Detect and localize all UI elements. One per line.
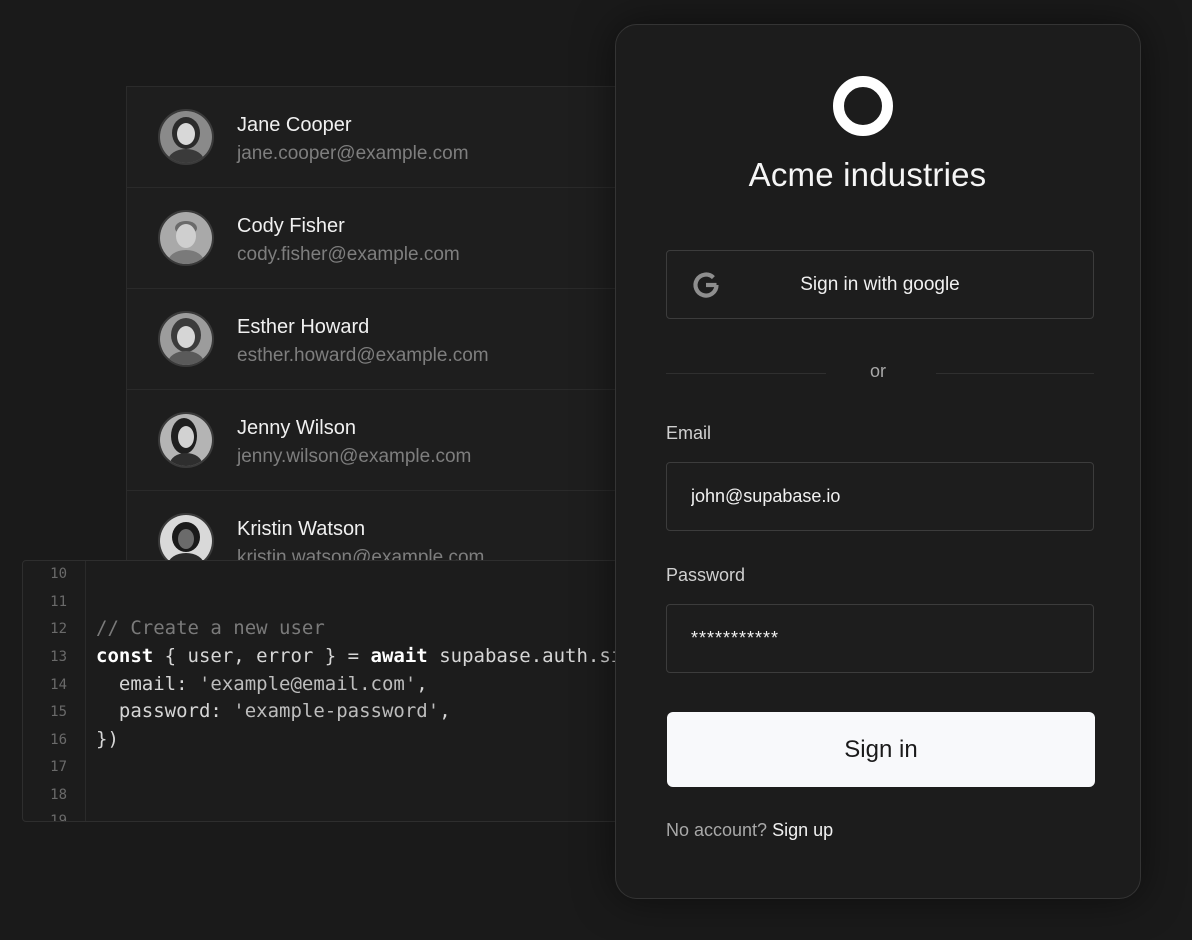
google-signin-button[interactable]: Sign in with google — [666, 250, 1094, 319]
line-number: 16 — [50, 732, 67, 748]
code-line-email: email: 'example@email.com', — [96, 673, 428, 695]
code-comment: // Create a new user — [96, 617, 325, 639]
list-item[interactable]: Jane Cooper jane.cooper@example.com — [127, 87, 647, 188]
line-number: 11 — [50, 594, 67, 610]
user-name: Jenny Wilson — [237, 417, 356, 439]
code-line-signup: const { user, error } = await supabase.a… — [96, 645, 643, 667]
avatar — [158, 210, 214, 266]
list-item[interactable]: Jenny Wilson jenny.wilson@example.com — [127, 390, 647, 491]
code-keyword: await — [370, 645, 428, 667]
avatar — [158, 311, 214, 367]
user-name: Esther Howard — [237, 316, 370, 338]
auth-card: Acme industries Sign in with google or E… — [615, 24, 1141, 899]
code-text: password: — [96, 700, 234, 722]
line-number: 17 — [50, 759, 67, 775]
code-line-closing: }) — [96, 728, 119, 750]
code-text: , — [439, 700, 451, 722]
brand-name: Acme industries — [748, 156, 987, 193]
line-number: 10 — [50, 566, 67, 582]
line-number: 14 — [50, 677, 67, 693]
signup-row: No account? Sign up — [666, 820, 833, 841]
user-name: Cody Fisher — [237, 215, 345, 237]
code-string: 'example@email.com' — [198, 673, 417, 695]
list-item[interactable]: Esther Howard esther.howard@example.com — [127, 289, 647, 390]
user-list: Jane Cooper jane.cooper@example.com Cody… — [126, 86, 648, 578]
password-field[interactable] — [666, 604, 1094, 673]
email-field[interactable] — [666, 462, 1094, 531]
code-text: email: — [96, 673, 199, 695]
divider-line-right — [936, 373, 1094, 374]
user-email: esther.howard@example.com — [237, 345, 489, 366]
sign-up-link[interactable]: Sign up — [772, 820, 833, 840]
email-label: Email — [666, 423, 712, 443]
signup-prompt: No account? — [666, 820, 773, 840]
code-text: supabase.auth.signUp({ — [439, 645, 643, 667]
password-label: Password — [666, 565, 746, 585]
user-name: Kristin Watson — [237, 518, 366, 540]
line-number: 19 — [50, 813, 67, 822]
list-item[interactable]: Cody Fisher cody.fisher@example.com — [127, 188, 647, 289]
avatar — [158, 412, 214, 468]
line-number: 13 — [50, 649, 67, 665]
line-number-gutter: 10 11 12 13 14 15 16 17 18 19 — [23, 561, 86, 821]
sign-in-button[interactable]: Sign in — [667, 712, 1095, 787]
user-email: jane.cooper@example.com — [237, 143, 469, 164]
user-name: Jane Cooper — [237, 114, 352, 136]
google-signin-label: Sign in with google — [800, 274, 960, 295]
code-string: 'example-password' — [233, 700, 440, 722]
user-email: cody.fisher@example.com — [237, 244, 460, 265]
code-keyword: const — [96, 645, 154, 667]
user-email: jenny.wilson@example.com — [237, 446, 472, 467]
line-number: 12 — [50, 621, 67, 637]
code-text: , — [416, 673, 428, 695]
divider-text: or — [869, 361, 886, 381]
divider-line-left — [666, 373, 826, 374]
ring-logo-icon — [833, 76, 893, 136]
line-number: 15 — [50, 704, 67, 720]
code-text: { user, error } = — [153, 645, 371, 667]
code-line-password: password: 'example-password', — [96, 700, 451, 722]
code-editor: 10 11 12 13 14 15 16 17 18 19 // Create … — [22, 560, 644, 822]
line-number: 18 — [50, 787, 67, 803]
avatar — [158, 109, 214, 165]
